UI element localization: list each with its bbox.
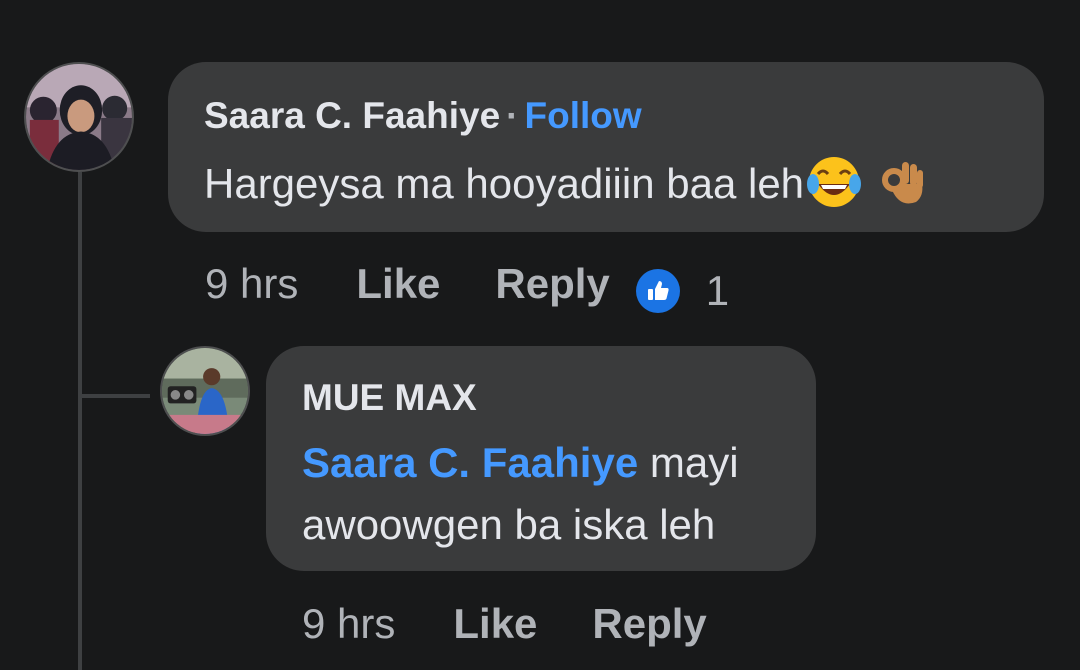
avatar[interactable] bbox=[24, 62, 134, 172]
comment-bubble: Saara C. Faahiye · Follow Hargeysa ma hooy… bbox=[168, 62, 1044, 232]
like-reaction-icon bbox=[635, 269, 680, 313]
reaction-summary[interactable]: 1 bbox=[635, 267, 730, 315]
reply-button[interactable]: Reply bbox=[592, 600, 706, 648]
like-button[interactable]: Like bbox=[356, 260, 440, 308]
reply-author-name[interactable]: MUE MAX bbox=[302, 376, 780, 420]
reaction-count: 1 bbox=[705, 267, 730, 314]
ok-hand-icon bbox=[872, 154, 928, 210]
like-button[interactable]: Like bbox=[453, 600, 537, 648]
comment-author-name[interactable]: Saara C. Faahiye bbox=[204, 95, 500, 136]
avatar-photo bbox=[162, 348, 248, 434]
avatar-photo bbox=[26, 64, 132, 170]
comment-actions: 9 hrs Like Reply 1 bbox=[205, 254, 729, 314]
follow-button[interactable]: Follow bbox=[525, 95, 642, 136]
avatar[interactable] bbox=[160, 346, 250, 436]
reply-bubble: MUE MAX Saara C. Faahiye mayi awoowgen b… bbox=[266, 346, 816, 571]
reply-actions: 9 hrs Like Reply bbox=[302, 594, 707, 654]
face-with-tears-of-joy-icon bbox=[806, 154, 862, 210]
thread-line bbox=[78, 172, 82, 670]
mention-link[interactable]: Saara C. Faahiye bbox=[302, 439, 638, 486]
reply-timestamp[interactable]: 9 hrs bbox=[302, 600, 395, 648]
comment-text: Hargeysa ma hooyadiiin baa leh bbox=[204, 160, 805, 207]
separator-dot: · bbox=[506, 95, 519, 136]
comment-header: Saara C. Faahiye · Follow bbox=[204, 94, 1008, 138]
comment-body: Hargeysa ma hooyadiiin baa leh bbox=[204, 152, 1008, 216]
reply-body: Saara C. Faahiye mayi awoowgen ba iska l… bbox=[302, 432, 780, 556]
thread-branch-line bbox=[80, 394, 150, 398]
comment-timestamp[interactable]: 9 hrs bbox=[205, 260, 298, 308]
reply-button[interactable]: Reply bbox=[495, 260, 609, 308]
